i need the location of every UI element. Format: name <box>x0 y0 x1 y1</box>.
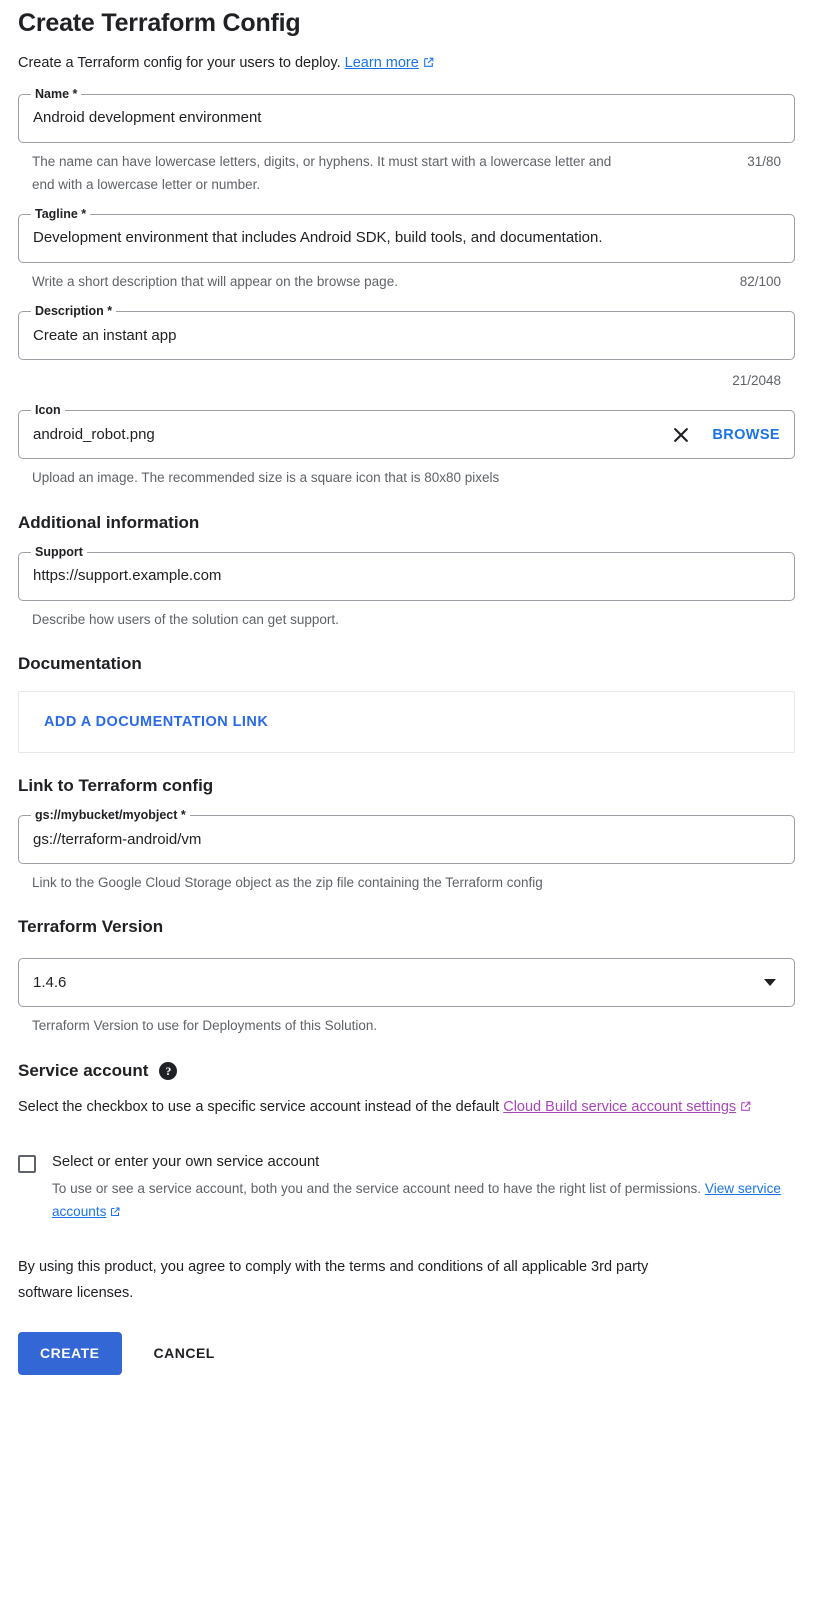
gcs-link-field[interactable]: gs://mybucket/myobject * gs://terraform-… <box>18 808 795 865</box>
service-account-checkbox-texts: Select or enter your own service account… <box>52 1152 795 1225</box>
gcs-link-input[interactable]: gs://terraform-android/vm <box>33 830 780 850</box>
terms-text: By using this product, you agree to comp… <box>18 1259 649 1301</box>
icon-field-label: Icon <box>31 403 65 419</box>
name-field[interactable]: Name * Android development environment <box>18 86 795 143</box>
external-link-icon <box>422 55 435 75</box>
form-actions: CREATE CANCEL <box>18 1331 795 1405</box>
service-account-heading-row: Service account ? <box>18 1060 795 1082</box>
name-helper-text: The name can have lowercase letters, dig… <box>32 153 612 192</box>
icon-helper-text: Upload an image. The recommended size is… <box>32 470 500 486</box>
terraform-version-selected-value: 1.4.6 <box>33 974 67 992</box>
service-account-checkbox-row[interactable]: Select or enter your own service account… <box>18 1152 795 1225</box>
add-documentation-link-button[interactable]: ADD A DOCUMENTATION LINK <box>44 714 268 730</box>
page-title: Create Terraform Config <box>18 9 301 37</box>
description-counter-row: 21/2048 <box>18 369 795 392</box>
tagline-char-counter: 82/100 <box>739 273 781 289</box>
section-documentation: Documentation <box>18 653 142 673</box>
name-field-outline[interactable]: Name * Android development environment <box>18 86 795 143</box>
page-subtitle: Create a Terraform config for your users… <box>18 53 795 75</box>
browse-button[interactable]: BROWSE <box>712 427 780 443</box>
description-char-counter: 21/2048 <box>732 373 781 389</box>
support-helper-text: Describe how users of the solution can g… <box>32 611 339 627</box>
cloud-build-service-account-settings-link[interactable]: Cloud Build service account settings <box>503 1099 736 1115</box>
service-account-intro-text: Select the checkbox to use a specific se… <box>18 1098 504 1115</box>
service-account-checkbox-label: Select or enter your own service account <box>52 1153 320 1170</box>
tagline-helper-row: Write a short description that will appe… <box>18 270 795 293</box>
description-field[interactable]: Description * Create an instant app <box>18 304 795 361</box>
gcs-link-helper-row: Link to the Google Cloud Storage object … <box>18 871 795 894</box>
section-terraform-version: Terraform Version <box>18 917 164 937</box>
service-account-checkbox-sublabel: To use or see a service account, both yo… <box>52 1177 795 1226</box>
support-field-outline[interactable]: Support https://support.example.com <box>18 544 795 601</box>
support-input[interactable]: https://support.example.com <box>33 566 780 586</box>
name-input[interactable]: Android development environment <box>33 108 780 128</box>
support-helper-row: Describe how users of the solution can g… <box>18 608 795 631</box>
section-additional-information: Additional information <box>18 512 200 532</box>
name-char-counter: 31/80 <box>747 153 781 169</box>
chevron-down-icon[interactable] <box>764 979 776 987</box>
section-link-to-terraform-config: Link to Terraform config <box>18 776 214 796</box>
gcs-link-helper-text: Link to the Google Cloud Storage object … <box>32 875 543 891</box>
support-field[interactable]: Support https://support.example.com <box>18 544 795 601</box>
tagline-field-outline[interactable]: Tagline * Development environment that i… <box>18 206 795 263</box>
description-field-outline[interactable]: Description * Create an instant app <box>18 304 795 361</box>
external-link-icon <box>739 1097 752 1122</box>
icon-helper-row: Upload an image. The recommended size is… <box>18 466 795 489</box>
name-field-label: Name * <box>31 86 82 102</box>
tagline-helper-text: Write a short description that will appe… <box>32 273 398 289</box>
terraform-version-helper-row: Terraform Version to use for Deployments… <box>18 1014 795 1037</box>
icon-field[interactable]: Icon android_robot.png BROWSE <box>18 403 795 460</box>
help-icon[interactable]: ? <box>159 1061 178 1080</box>
service-account-checkbox-sub-text: To use or see a service account, both yo… <box>52 1180 705 1196</box>
external-link-icon <box>109 1202 121 1225</box>
service-account-intro: Select the checkbox to use a specific se… <box>18 1095 795 1122</box>
icon-field-trailing: BROWSE <box>670 424 780 446</box>
icon-filename-input[interactable]: android_robot.png <box>33 425 670 445</box>
close-icon[interactable] <box>670 424 692 446</box>
gcs-link-field-label: gs://mybucket/myobject * <box>31 808 190 824</box>
service-account-checkbox[interactable] <box>18 1154 36 1173</box>
icon-field-outline[interactable]: Icon android_robot.png BROWSE <box>18 403 795 460</box>
learn-more-link[interactable]: Learn more <box>345 55 419 71</box>
description-field-label: Description * <box>31 304 117 320</box>
terraform-version-helper-text: Terraform Version to use for Deployments… <box>32 1018 378 1034</box>
create-button[interactable]: CREATE <box>18 1331 122 1375</box>
description-input[interactable]: Create an instant app <box>33 326 780 346</box>
create-terraform-config-page: Create Terraform Config Create a Terrafo… <box>0 8 813 1405</box>
section-service-account: Service account <box>18 1060 149 1080</box>
tagline-field[interactable]: Tagline * Development environment that i… <box>18 206 795 263</box>
tagline-input[interactable]: Development environment that includes An… <box>33 228 780 248</box>
page-subtitle-text: Create a Terraform config for your users… <box>18 55 341 72</box>
documentation-box: ADD A DOCUMENTATION LINK <box>18 691 795 754</box>
support-field-label: Support <box>31 544 87 560</box>
tagline-field-label: Tagline * <box>31 206 91 222</box>
gcs-link-field-outline[interactable]: gs://mybucket/myobject * gs://terraform-… <box>18 808 795 865</box>
name-helper-row: The name can have lowercase letters, dig… <box>18 150 795 196</box>
cancel-button[interactable]: CANCEL <box>138 1332 231 1375</box>
terraform-version-select[interactable]: 1.4.6 <box>18 958 795 1008</box>
